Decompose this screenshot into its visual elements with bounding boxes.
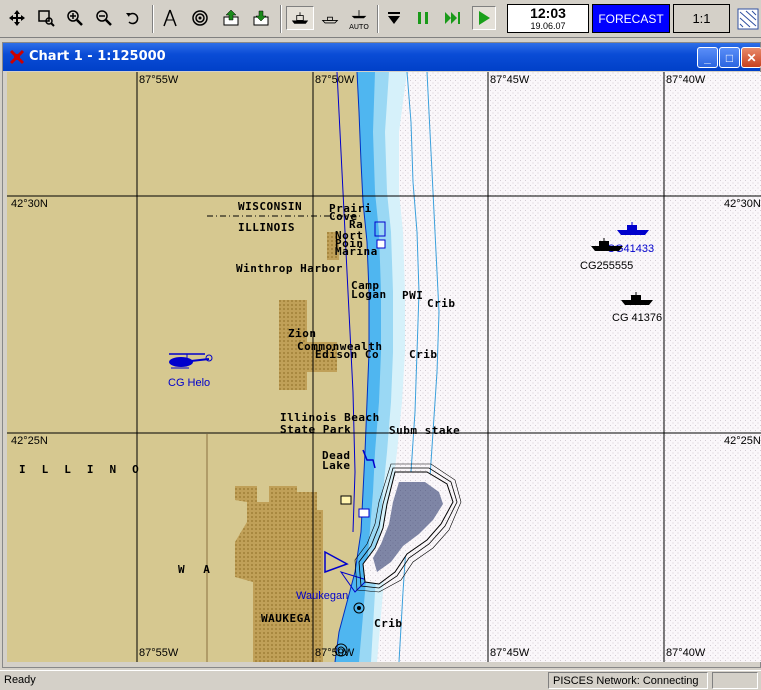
place-label: WISCONSIN [238, 200, 303, 213]
vessel-label[interactable]: CG255555 [580, 260, 633, 272]
place-label: Zion [288, 327, 317, 340]
auto-ship-button[interactable]: AUTO [346, 6, 372, 31]
place-label: Marina [335, 245, 378, 258]
close-icon: ✕ [746, 50, 757, 65]
stop-icon[interactable] [382, 6, 406, 30]
zoom-in-icon[interactable] [63, 6, 87, 30]
status-text: Ready [4, 674, 36, 686]
place-label: Crib [427, 297, 456, 310]
lon-label-top: 87°55W [139, 74, 179, 86]
maximize-button[interactable]: □ [719, 47, 740, 68]
lon-label-top: 87°50W [315, 74, 355, 86]
place-label: Lake [322, 459, 351, 472]
close-button[interactable]: ✕ [741, 47, 761, 68]
clock-date: 19.06.07 [530, 21, 566, 31]
main-toolbar: AUTO 12:03 19.06.07 FORECAST 1:1 [0, 0, 761, 38]
vessel-label[interactable]: CG Helo [168, 377, 210, 389]
helicopter-icon[interactable] [165, 352, 213, 375]
place-label: Crib [409, 348, 438, 361]
vessel-icon[interactable] [621, 292, 653, 311]
network-status: PISCES Network: Connecting [548, 672, 708, 689]
app-window: AUTO 12:03 19.06.07 FORECAST 1:1 Chart 1… [0, 0, 761, 690]
chart-canvas [7, 72, 761, 662]
auto-label: AUTO [349, 23, 369, 31]
vessel-icon[interactable] [591, 238, 623, 257]
lon-label-top: 87°45W [490, 74, 530, 86]
lon-label-bottom: 87°50W [315, 647, 355, 659]
place-label: Crib [374, 617, 403, 630]
import-icon[interactable] [249, 6, 273, 30]
zoom-out-icon[interactable] [92, 6, 116, 30]
place-label: ILLINO [19, 463, 155, 476]
zoom-window-icon[interactable] [34, 6, 58, 30]
pan-icon[interactable] [5, 6, 29, 30]
place-label: WAUKEGA [261, 612, 311, 625]
place-label: ILLINOIS [238, 221, 295, 234]
pause-icon[interactable] [411, 6, 435, 30]
play-icon[interactable] [472, 6, 496, 30]
place-label: Edison Co [315, 348, 380, 361]
scale-button[interactable]: 1:1 [673, 4, 730, 33]
place-label: W A [178, 563, 216, 576]
place-label: Winthrop Harbor [236, 262, 343, 275]
lon-label-bottom: 87°40W [666, 647, 706, 659]
place-label: Logan [351, 288, 387, 301]
target-icon[interactable] [188, 6, 212, 30]
grid-icon[interactable] [736, 6, 760, 32]
chart-window-title: Chart 1 - 1:125000 [29, 49, 166, 64]
lon-label-bottom: 87°55W [139, 647, 179, 659]
status-bar: Ready PISCES Network: Connecting [0, 670, 761, 690]
clock-display: 12:03 19.06.07 [507, 4, 589, 33]
vessel-label[interactable]: CG 41376 [612, 312, 662, 324]
undo-view-icon[interactable] [121, 6, 145, 30]
lon-label-top: 87°40W [666, 74, 706, 86]
clock-time: 12:03 [530, 5, 566, 21]
ship-outline-icon[interactable] [317, 6, 343, 30]
place-label: Subm stake [389, 424, 461, 437]
forecast-button[interactable]: FORECAST [592, 4, 670, 33]
maximize-icon: □ [725, 50, 734, 65]
export-icon[interactable] [219, 6, 243, 30]
vessel-label[interactable]: Waukegan [296, 590, 348, 602]
nautical-chart-map[interactable]: 87°55W 87°50W 87°45W 87°40W 87°55W 87°50… [7, 72, 761, 662]
lon-label-bottom: 87°45W [490, 647, 530, 659]
lat-label-left: 42°25N [11, 435, 48, 447]
status-panel [712, 672, 758, 689]
chart-window-icon [9, 49, 25, 65]
lat-label-left: 42°30N [11, 198, 48, 210]
place-label: PWI [402, 289, 424, 302]
chart-title-bar[interactable]: Chart 1 - 1:125000 _ □ ✕ [3, 43, 761, 71]
fast-forward-icon[interactable] [441, 6, 465, 30]
place-label: State Park [280, 423, 352, 436]
minimize-icon: _ [704, 50, 711, 65]
minimize-button[interactable]: _ [697, 47, 718, 68]
compass-icon[interactable] [158, 6, 182, 30]
lat-label-right: 42°30N [724, 198, 761, 210]
ship-icon[interactable] [286, 6, 314, 30]
lat-label-right: 42°25N [724, 435, 761, 447]
